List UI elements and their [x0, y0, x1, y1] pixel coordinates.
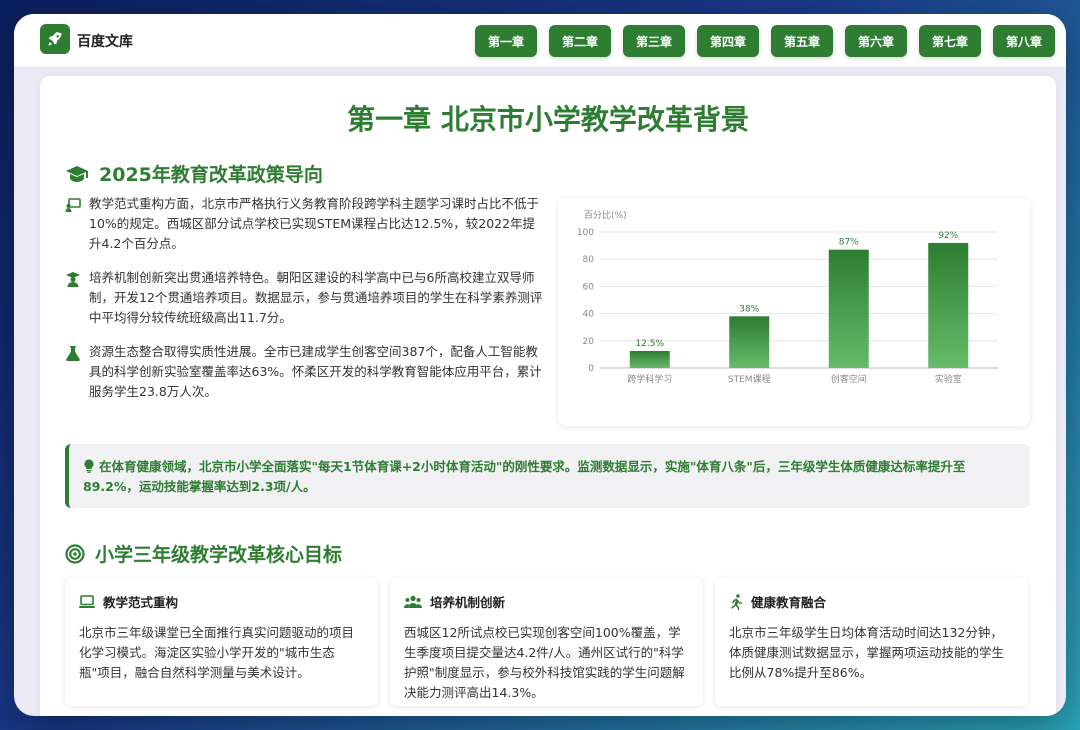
bar-chart: 百分比(%) 0 20 40 60 80 100 12.5% 跨学科学习 38% STEM课程 8…	[577, 209, 998, 385]
chart-x-tick-label: 实验室	[935, 373, 962, 385]
chapter-button-4[interactable]: 第四章	[697, 25, 759, 57]
bar-chart-card: 百分比(%) 0 20 40 60 80 100 12.5% 跨学科学习 38% STEM课程 8…	[558, 198, 1030, 426]
goal-card-title: 培养机制创新	[430, 595, 506, 610]
chart-y-tick-label: 20	[583, 337, 595, 347]
goal-card: 健康教育融合 北京市三年级学生日均体育活动时间达132分钟，体质健康测试数据显示…	[715, 578, 1028, 706]
teacher-board-icon	[65, 198, 81, 212]
lightbulb-icon	[84, 459, 94, 473]
laptop-icon	[79, 594, 95, 608]
section-goals-heading: 小学三年级教学改革核心目标	[65, 540, 342, 567]
chart-x-tick-label: STEM课程	[728, 374, 771, 385]
section-goals-title: 小学三年级教学改革核心目标	[95, 544, 343, 566]
chart-bar[interactable]	[629, 351, 670, 368]
pe-highlight-callout: 在体育健康领域，北京市小学全面落实"每天1节体育课+2小时体育活动"的刚性要求。…	[65, 444, 1030, 508]
chapter-button-7[interactable]: 第七章	[919, 25, 981, 57]
target-icon	[65, 543, 85, 564]
goal-card-title: 健康教育融合	[751, 595, 827, 610]
goal-card-text: 北京市三年级课堂已全面推行真实问题驱动的项目化学习模式。海淀区实验小学开发的"城…	[79, 625, 355, 680]
page-title: 第一章 北京市小学教学改革背景	[347, 103, 749, 136]
chart-y-tick-label: 40	[583, 310, 595, 320]
chapter-button-8[interactable]: 第八章	[993, 25, 1055, 57]
app-logo-text[interactable]: 百度文库	[77, 31, 133, 51]
policy-bullet-list: 教学范式重构方面，北京市严格执行义务教育阶段跨学科主题学习课时占比不低于10%的…	[65, 194, 545, 416]
goal-card-title: 教学范式重构	[103, 595, 179, 610]
goal-card-list: 教学范式重构 北京市三年级课堂已全面推行真实问题驱动的项目化学习模式。海淀区实验…	[65, 578, 1028, 706]
chapter-nav: 第一章 第二章 第三章 第四章 第五章 第六章 第七章 第八章	[475, 25, 1055, 57]
section-policy-title: 2025年教育改革政策导向	[99, 164, 323, 186]
goal-card-text: 西城区12所试点校已实现创客空间100%覆盖，学生季度项目提交量达4.2件/人。…	[404, 625, 685, 700]
highlight-text: 在体育健康领域，北京市小学全面落实"每天1节体育课+2小时体育活动"的刚性要求。…	[83, 459, 966, 494]
chart-y-tick-label: 0	[588, 364, 594, 374]
chapter-button-6[interactable]: 第六章	[845, 25, 907, 57]
chart-data-label: 38%	[739, 304, 759, 314]
goal-card-header: 培养机制创新	[404, 592, 689, 611]
chart-bar[interactable]	[828, 249, 869, 368]
list-item: 教学范式重构方面，北京市严格执行义务教育阶段跨学科主题学习课时占比不低于10%的…	[65, 194, 545, 254]
chart-bar[interactable]	[729, 316, 770, 368]
policy-bullet-text: 培养机制创新突出贯通培养特色。朝阳区建设的科学高中已与6所高校建立双导师制，开发…	[89, 270, 543, 325]
app-window: 百度文库 第一章 第二章 第三章 第四章 第五章 第六章 第七章 第八章 第一章…	[14, 14, 1066, 716]
chapter-button-1[interactable]: 第一章	[475, 25, 537, 57]
chapter-button-2[interactable]: 第二章	[549, 25, 611, 57]
goal-card-header: 健康教育融合	[729, 592, 1014, 611]
list-item: 资源生态整合取得实质性进展。全市已建成学生创客空间387个，配备人工智能教具的科…	[65, 342, 545, 402]
running-icon	[731, 593, 743, 610]
goal-card-header: 教学范式重构	[79, 592, 364, 611]
flask-icon	[66, 346, 80, 361]
policy-bullet-text: 教学范式重构方面，北京市严格执行义务教育阶段跨学科主题学习课时占比不低于10%的…	[89, 196, 540, 251]
goal-card: 教学范式重构 北京市三年级课堂已全面推行真实问题驱动的项目化学习模式。海淀区实验…	[65, 578, 378, 706]
goal-card: 培养机制创新 西城区12所试点校已实现创客空间100%覆盖，学生季度项目提交量达…	[390, 578, 703, 706]
chart-y-tick-label: 80	[583, 255, 595, 265]
list-item: 培养机制创新突出贯通培养特色。朝阳区建设的科学高中已与6所高校建立双导师制，开发…	[65, 268, 545, 328]
section-policy-heading: 2025年教育改革政策导向	[65, 160, 323, 187]
chart-x-tick-label: 创客空间	[831, 373, 867, 385]
chart-x-tick-label: 跨学科学习	[627, 373, 672, 385]
chart-data-label: 12.5%	[635, 339, 664, 349]
top-navbar: 百度文库 第一章 第二章 第三章 第四章 第五章 第六章 第七章 第八章	[14, 14, 1066, 68]
chart-bar[interactable]	[928, 242, 969, 368]
graduate-icon	[66, 272, 80, 287]
chart-y-tick-label: 60	[583, 282, 595, 292]
graduation-cap-icon	[66, 165, 88, 182]
chapter-button-3[interactable]: 第三章	[623, 25, 685, 57]
rocket-logo-icon[interactable]	[40, 24, 70, 54]
chart-y-tick-label: 100	[577, 228, 594, 238]
chart-data-label: 92%	[938, 231, 958, 241]
goal-card-text: 北京市三年级学生日均体育活动时间达132分钟，体质健康测试数据显示，掌握两项运动…	[729, 625, 1005, 680]
chart-y-axis-label: 百分比(%)	[584, 209, 627, 221]
chart-data-label: 87%	[839, 238, 859, 248]
policy-bullet-text: 资源生态整合取得实质性进展。全市已建成学生创客空间387个，配备人工智能教具的科…	[89, 344, 542, 399]
main-content: 第一章 北京市小学教学改革背景 2025年教育改革政策导向 教学范式重构方面，北…	[40, 76, 1056, 716]
users-icon	[404, 595, 422, 608]
chapter-button-5[interactable]: 第五章	[771, 25, 833, 57]
